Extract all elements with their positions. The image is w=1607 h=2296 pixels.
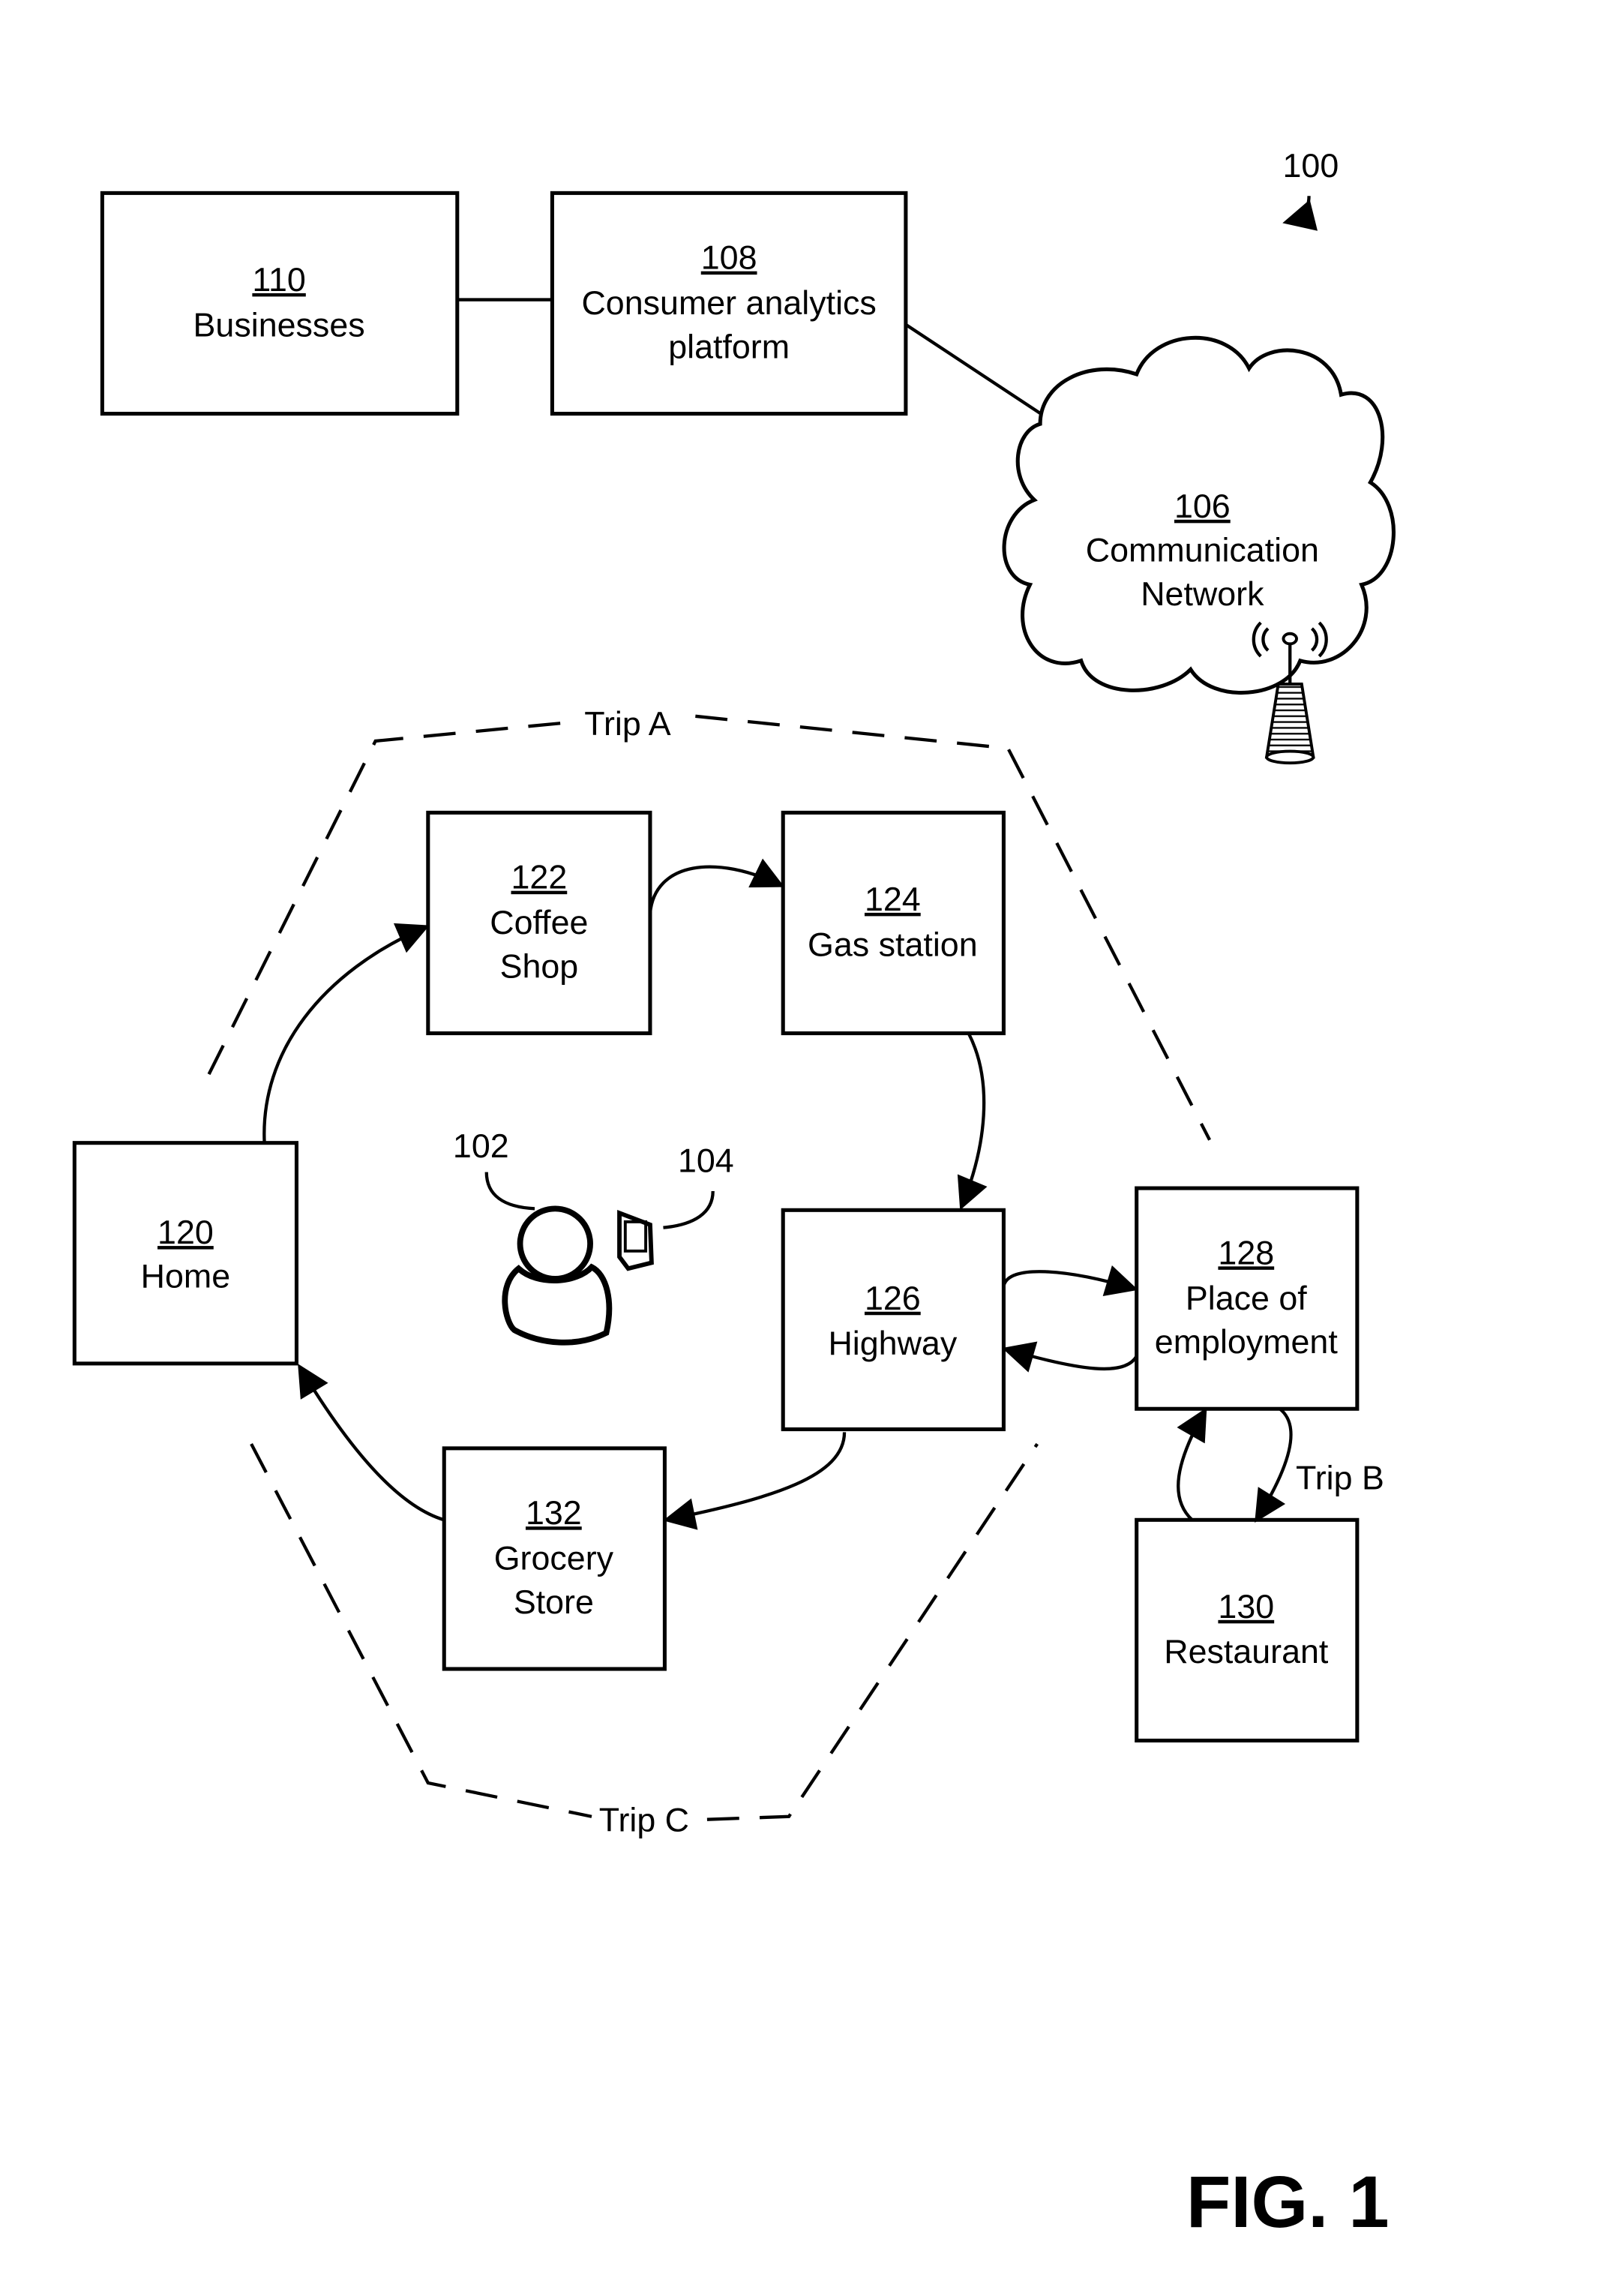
trip-b-label: Trip B <box>1296 1459 1384 1496</box>
connector-platform-network <box>904 323 1053 423</box>
node-businesses[interactable]: 110 Businesses <box>100 191 460 416</box>
node-label: Network <box>1141 575 1264 613</box>
node-number: 120 <box>157 1214 214 1251</box>
node-number: 126 <box>865 1280 921 1317</box>
arrow-highway-to-employment <box>1002 1265 1138 1297</box>
node-consumer-analytics-platform[interactable]: 108 Consumer analytics platform <box>550 191 908 416</box>
node-place-of-employment[interactable]: 128 Place of employment <box>1135 1186 1360 1411</box>
node-label: Businesses <box>193 306 365 344</box>
arrow-employment-to-restaurant <box>1255 1407 1293 1523</box>
node-label: employment <box>1155 1323 1339 1361</box>
figure-ref-number: 100 <box>1283 147 1339 185</box>
arrow-grocery-to-home <box>298 1364 445 1522</box>
user-ref-number: 102 <box>453 1127 509 1165</box>
user-leader-line <box>484 1172 535 1211</box>
arrow-employment-to-highway <box>1002 1341 1138 1373</box>
node-grocery-store[interactable]: 132 Grocery Store <box>442 1446 667 1671</box>
node-label: Shop <box>500 948 579 986</box>
trip-a-label: Trip A <box>584 705 670 743</box>
node-label: Consumer analytics <box>581 284 876 322</box>
device-ref-number: 104 <box>678 1142 734 1180</box>
node-label: Place of <box>1186 1280 1307 1317</box>
node-number: 108 <box>701 239 757 277</box>
arrow-home-to-coffee <box>262 923 430 1143</box>
node-label: Store <box>514 1583 594 1621</box>
node-restaurant[interactable]: 130 Restaurant <box>1135 1517 1360 1743</box>
arrow-gas-to-highway <box>957 1032 988 1211</box>
node-label: Grocery <box>494 1540 614 1577</box>
node-number: 130 <box>1218 1588 1274 1625</box>
figure-caption: FIG. 1 <box>1186 2161 1390 2243</box>
node-number: 110 <box>252 261 305 299</box>
node-communication-network[interactable]: 106 Communication Network <box>1002 335 1396 695</box>
node-number: 106 <box>1174 488 1231 525</box>
diagram-canvas: 100 110 Businesses 108 Consumer analytic… <box>72 147 1396 2243</box>
node-label: Restaurant <box>1164 1633 1329 1670</box>
node-number: 128 <box>1218 1234 1274 1271</box>
figure-ref-arrow <box>1282 196 1318 231</box>
node-number: 124 <box>865 881 921 918</box>
node-label: Gas station <box>808 926 978 963</box>
cell-tower-icon <box>1252 621 1328 765</box>
node-home[interactable]: 120 Home <box>72 1141 299 1366</box>
trip-c-boundary <box>706 1442 1039 1821</box>
node-label: Communication <box>1086 531 1319 569</box>
node-coffee-shop[interactable]: 122 Coffee Shop <box>426 810 652 1036</box>
node-label: platform <box>668 329 790 366</box>
node-label: Home <box>141 1258 231 1295</box>
person-icon <box>502 1205 613 1346</box>
trip-c-label: Trip C <box>599 1801 689 1838</box>
node-gas-station[interactable]: 124 Gas station <box>781 810 1006 1036</box>
mobile-device-icon <box>617 1209 654 1271</box>
arrow-highway-to-grocery <box>663 1432 847 1530</box>
device-leader-line <box>663 1190 715 1229</box>
node-label: Highway <box>828 1325 957 1362</box>
node-number: 132 <box>526 1494 582 1532</box>
node-number: 122 <box>511 859 568 896</box>
arrow-coffee-to-gas <box>648 858 785 914</box>
node-highway[interactable]: 126 Highway <box>781 1208 1006 1432</box>
arrow-restaurant-to-employment <box>1177 1407 1207 1521</box>
node-label: Coffee <box>490 904 588 941</box>
